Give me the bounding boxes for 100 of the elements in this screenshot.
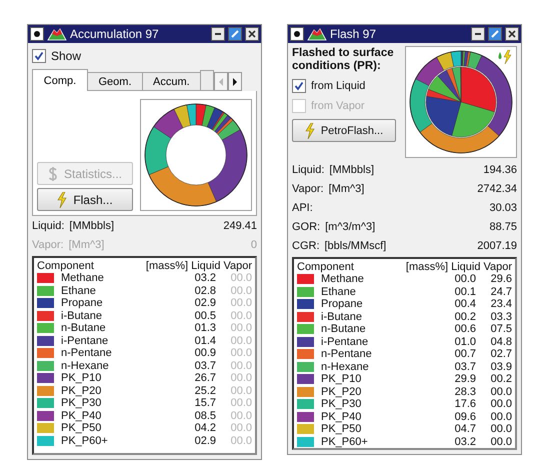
- liquid-value: 02.9: [194, 297, 216, 310]
- vapor-value: 07.5: [490, 323, 512, 336]
- component-name: i-Pentane: [321, 336, 370, 348]
- liquid-value: 00.5: [194, 310, 216, 322]
- liquid-value: 26.7: [194, 372, 216, 384]
- left-arrow-icon: [218, 78, 224, 86]
- component-name: n-Pentane: [61, 347, 113, 360]
- window-menu-button[interactable]: [290, 27, 304, 41]
- component-name: PK_P60+: [61, 434, 109, 447]
- component-name: i-Butane: [61, 310, 103, 322]
- tab[interactable]: Geom.: [87, 72, 143, 91]
- component-name: n-Hexane: [321, 360, 370, 373]
- reading-value: 249.41: [223, 220, 257, 232]
- component-name: PK_P40: [321, 410, 362, 423]
- vapor-value: 00.0: [230, 397, 252, 410]
- component-name: PK_P60+: [321, 436, 369, 448]
- reading-unit: [Mm^3]: [68, 238, 104, 250]
- vapor-value: 00.0: [230, 297, 252, 310]
- vapor-value: 00.0: [230, 422, 252, 434]
- component-name: n-Butane: [61, 322, 107, 334]
- vapor-value: 00.0: [230, 384, 252, 397]
- vapor-value: 00.0: [230, 322, 252, 334]
- reading-unit: [Mm^3]: [328, 182, 364, 194]
- vapor-value: 23.4: [490, 298, 512, 310]
- liquid-value: 00.2: [454, 310, 476, 323]
- tab[interactable]: Comp.: [32, 69, 88, 91]
- column-header: Vapor: [223, 260, 252, 272]
- action-button[interactable]: Flash...: [37, 188, 133, 211]
- mountain-logo-icon: [47, 27, 67, 41]
- reading-label: GOR:: [292, 220, 320, 232]
- vapor-value: 00.0: [230, 334, 252, 347]
- liquid-value: 15.7: [194, 397, 216, 410]
- vapor-value: 24.7: [490, 286, 512, 298]
- component-name: PK_P50: [321, 423, 362, 436]
- column-header: Liquid: [451, 260, 480, 272]
- vapor-value: 00.0: [230, 272, 252, 284]
- right-arrow-icon: [232, 78, 238, 86]
- liquid-value: 00.6: [454, 323, 476, 336]
- component-name: n-Pentane: [321, 348, 373, 360]
- reading-label: CGR:: [292, 240, 320, 252]
- close-button[interactable]: [505, 27, 519, 41]
- liquid-value: 02.8: [194, 284, 216, 297]
- slash-icon: [231, 30, 239, 38]
- minimize-button[interactable]: [471, 27, 485, 41]
- checkbox-label: Show: [51, 48, 82, 62]
- liquid-value: 29.9: [454, 373, 476, 386]
- vapor-value: 00.0: [230, 284, 252, 297]
- dot-icon: [34, 31, 40, 37]
- liquid-value: 03.7: [194, 360, 216, 372]
- reading-unit: [m^3/m^3]: [325, 220, 376, 232]
- liquid-value: 08.5: [194, 410, 216, 422]
- lightning-icon: [304, 122, 315, 138]
- vapor-value: 00.0: [230, 360, 252, 372]
- vapor-value: 02.7: [490, 348, 512, 360]
- reading-label: API:: [292, 202, 313, 214]
- petroflash-button[interactable]: PetroFlash...: [292, 119, 396, 142]
- column-header: Component: [37, 260, 94, 272]
- window-title: Accumulation 97: [70, 27, 160, 41]
- vapor-value: 00.0: [230, 310, 252, 322]
- liquid-value: 17.6: [454, 398, 476, 410]
- column-header: [mass%]: [406, 260, 448, 272]
- vapor-value: 00.0: [490, 410, 512, 423]
- checkbox[interactable]: [292, 79, 306, 93]
- reading-value: 0: [250, 238, 257, 250]
- section-heading: Flashed to surface conditions (PR):: [292, 47, 395, 73]
- component-name: PK_P30: [61, 397, 102, 410]
- minimize-button[interactable]: [211, 27, 225, 41]
- checkbox[interactable]: [32, 48, 46, 62]
- vapor-value: 00.0: [230, 372, 252, 384]
- vapor-value: 03.9: [490, 360, 512, 373]
- liquid-value: 09.6: [454, 410, 476, 423]
- vapor-value: 00.0: [490, 398, 512, 410]
- component-name: i-Butane: [321, 310, 363, 323]
- component-name: Methane: [321, 273, 365, 286]
- vapor-value: 00.0: [490, 423, 512, 436]
- restore-button[interactable]: [488, 27, 502, 41]
- component-name: n-Butane: [321, 323, 367, 336]
- close-button[interactable]: [245, 27, 259, 41]
- dollar-icon: [48, 166, 58, 182]
- reading-label: Liquid:: [32, 220, 64, 232]
- reading-label: Vapor:: [32, 238, 64, 250]
- component-name: PK_P10: [321, 373, 362, 386]
- vapor-value: 00.0: [490, 436, 512, 448]
- liquid-value: 01.4: [194, 334, 216, 347]
- component-name: PK_P20: [321, 386, 362, 398]
- slash-icon: [491, 30, 499, 38]
- reading-unit: [bbls/MMscf]: [324, 240, 386, 252]
- vapor-value: 00.0: [230, 347, 252, 360]
- reading-value: 2007.19: [477, 240, 517, 252]
- close-icon: [508, 30, 516, 38]
- tab[interactable]: Accum.: [142, 72, 201, 91]
- component-name: Propane: [321, 298, 364, 310]
- reading-value: 2742.34: [477, 182, 517, 194]
- liquid-value: 28.3: [454, 386, 476, 398]
- scroll-right-button[interactable]: [228, 72, 242, 91]
- liquid-value: 04.7: [454, 423, 476, 436]
- restore-button[interactable]: [228, 27, 242, 41]
- window-menu-button[interactable]: [30, 27, 44, 41]
- liquid-value: 02.9: [194, 434, 216, 447]
- minimize-icon: [214, 30, 222, 38]
